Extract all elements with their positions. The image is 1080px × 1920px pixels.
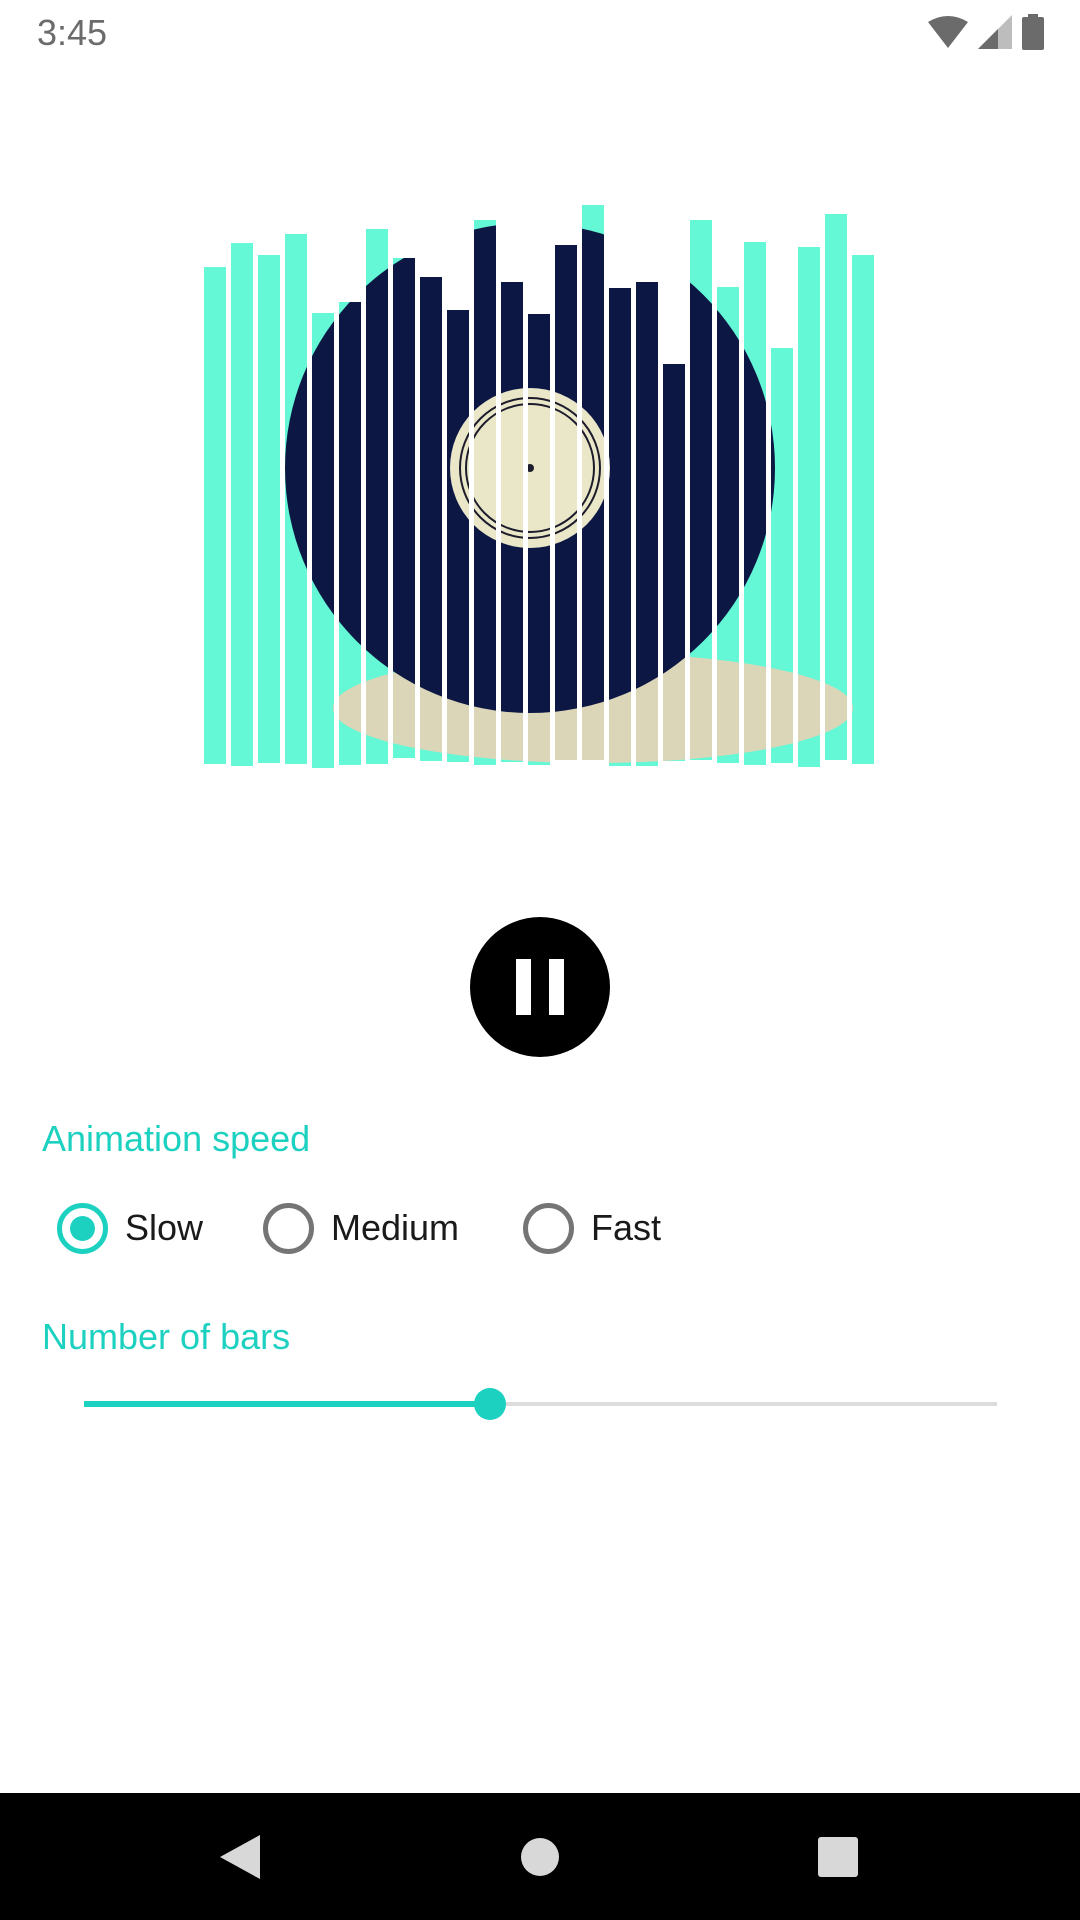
radio-fast-label: Fast (591, 1207, 662, 1248)
vinyl-artwork (285, 223, 853, 763)
back-icon (220, 1834, 260, 1879)
number-of-bars-label: Number of bars (42, 1316, 291, 1357)
number-of-bars-slider[interactable] (84, 1386, 997, 1422)
wifi-icon (928, 16, 968, 48)
slider-fill (84, 1401, 491, 1407)
nav-home-button[interactable] (480, 1793, 600, 1920)
cell-signal-icon (978, 15, 1012, 49)
visualizer-canvas (204, 205, 874, 768)
radio-medium[interactable]: Medium (263, 1198, 459, 1258)
radio-medium-indicator (263, 1202, 314, 1254)
radio-slow-label: Slow (125, 1207, 204, 1248)
navigation-bar (0, 1793, 1080, 1920)
status-bar: 3:45 (0, 0, 1080, 66)
recents-icon (818, 1836, 858, 1877)
pause-button[interactable] (470, 917, 610, 1057)
visualizer-bar (258, 255, 280, 763)
visualizer-bar (852, 255, 874, 764)
radio-slow[interactable]: Slow (57, 1198, 203, 1258)
nav-recents-button[interactable] (778, 1793, 898, 1920)
nav-back-button[interactable] (180, 1793, 300, 1920)
pause-icon (516, 959, 531, 1015)
visualizer-bar (204, 267, 226, 764)
battery-icon (1022, 14, 1044, 50)
pause-icon-bar (549, 959, 564, 1015)
home-icon (521, 1837, 559, 1876)
screen: 3:45 Animation speed Slow Medium Fast Nu… (0, 0, 1080, 1920)
slider-thumb[interactable] (474, 1388, 507, 1420)
audio-visualizer (200, 200, 880, 770)
radio-fast-indicator (523, 1202, 574, 1254)
status-icons (928, 14, 1044, 50)
visualizer-bar (825, 214, 847, 760)
animation-speed-label: Animation speed (42, 1118, 311, 1159)
status-time: 3:45 (37, 12, 108, 53)
radio-fast[interactable]: Fast (523, 1198, 661, 1258)
radio-slow-indicator (57, 1202, 108, 1254)
visualizer-bar (231, 243, 253, 766)
radio-medium-label: Medium (331, 1207, 460, 1248)
